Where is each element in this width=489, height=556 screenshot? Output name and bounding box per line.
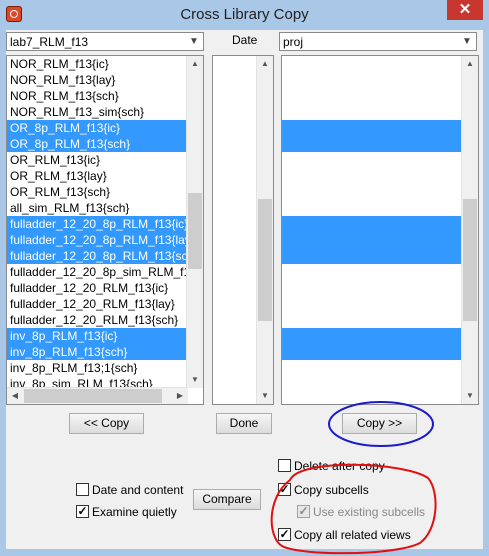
dest-library-dropdown[interactable]: proj ▼ <box>279 32 477 51</box>
dest-library-value: proj <box>283 35 304 49</box>
date-and-content-label: Date and content <box>92 483 184 497</box>
dest-list-item[interactable] <box>282 136 478 152</box>
source-list-items: NOR_RLM_f13{ic} NOR_RLM_f13{lay} NOR_RLM_f… <box>7 56 203 392</box>
source-list-item[interactable]: inv_8p_RLM_f13{ic} <box>7 328 203 344</box>
copy-all-related-views-label: Copy all related views <box>294 528 411 542</box>
source-list-item[interactable]: fulladder_12_20_8p_RLM_f13{lay} <box>7 232 203 248</box>
source-list-item[interactable]: OR_RLM_f13{lay} <box>7 168 203 184</box>
source-list-item[interactable]: fulladder_12_20_8p_RLM_f13{sch} <box>7 248 203 264</box>
dest-vertical-scrollbar[interactable]: ▲ ▼ <box>461 56 478 404</box>
source-list-item[interactable]: NOR_RLM_f13{lay} <box>7 72 203 88</box>
source-list-item[interactable]: NOR_RLM_f13_sim{sch} <box>7 104 203 120</box>
examine-quietly-label: Examine quietly <box>92 505 177 519</box>
source-list-item[interactable]: OR_8p_RLM_f13{sch} <box>7 136 203 152</box>
done-button[interactable]: Done <box>216 413 272 434</box>
dest-list-item[interactable] <box>282 328 478 344</box>
dest-list-item[interactable] <box>282 360 478 376</box>
source-vertical-scrollbar[interactable]: ▲ ▼ <box>186 56 203 388</box>
scroll-down-icon[interactable]: ▼ <box>462 388 478 404</box>
scroll-right-icon[interactable]: ▶ <box>172 388 188 404</box>
source-list-item[interactable]: OR_RLM_f13{sch} <box>7 184 203 200</box>
checkbox-box[interactable]: ✓ <box>278 528 291 541</box>
delete-after-copy-label: Delete after copy <box>294 459 385 473</box>
source-list-item[interactable]: fulladder_12_20_8p_sim_RLM_f13{sch} <box>7 264 203 280</box>
source-horizontal-scrollbar[interactable]: ◀ ▶ <box>7 387 188 404</box>
source-list-item[interactable]: fulladder_12_20_RLM_f13{sch} <box>7 312 203 328</box>
copy-subcells-label: Copy subcells <box>294 483 369 497</box>
chevron-down-icon[interactable]: ▼ <box>460 34 474 49</box>
dialog-body: lab7_RLM_f13 ▼ Date proj ▼ NOR_RLM_f13{i… <box>6 30 483 549</box>
title-bar[interactable]: Cross Library Copy ✕ <box>0 0 489 30</box>
source-list-item[interactable]: fulladder_12_20_RLM_f13{ic} <box>7 280 203 296</box>
dest-list-item[interactable] <box>282 72 478 88</box>
source-list-item[interactable]: inv_8p_RLM_f13;1{sch} <box>7 360 203 376</box>
scroll-down-icon[interactable]: ▼ <box>257 388 273 404</box>
dest-list-item[interactable] <box>282 184 478 200</box>
scroll-thumb[interactable] <box>24 389 162 403</box>
scroll-up-icon[interactable]: ▲ <box>187 56 203 72</box>
dest-list-item[interactable] <box>282 200 478 216</box>
dest-list-item[interactable] <box>282 168 478 184</box>
dest-list-item[interactable] <box>282 344 478 360</box>
source-list-item[interactable]: inv_8p_RLM_f13{sch} <box>7 344 203 360</box>
scroll-thumb[interactable] <box>188 193 202 269</box>
source-list-item[interactable]: NOR_RLM_f13{sch} <box>7 88 203 104</box>
dest-list-item[interactable] <box>282 312 478 328</box>
date-list[interactable]: ▲ ▼ <box>212 55 274 405</box>
copy-right-button[interactable]: Copy >> <box>342 413 417 434</box>
checkbox-box[interactable] <box>76 483 89 496</box>
window-title: Cross Library Copy <box>180 6 309 23</box>
checkbox-box: ✓ <box>297 504 310 518</box>
dest-list-item[interactable] <box>282 248 478 264</box>
dest-list-item[interactable] <box>282 264 478 280</box>
scroll-thumb[interactable] <box>463 199 477 321</box>
dest-list-item[interactable] <box>282 280 478 296</box>
dest-list-item[interactable] <box>282 376 478 392</box>
source-list-item[interactable]: all_sim_RLM_f13{sch} <box>7 200 203 216</box>
examine-quietly-checkbox[interactable]: ✓ Examine quietly <box>76 504 196 520</box>
checkbox-box[interactable]: ✓ <box>76 505 89 518</box>
dest-list-item[interactable] <box>282 296 478 312</box>
dest-list-item[interactable] <box>282 120 478 136</box>
source-list-item[interactable]: fulladder_12_20_8p_RLM_f13{ic} <box>7 216 203 232</box>
source-library-value: lab7_RLM_f13 <box>10 35 89 49</box>
dest-list-item[interactable] <box>282 88 478 104</box>
chevron-down-icon[interactable]: ▼ <box>187 34 201 49</box>
date-and-content-checkbox[interactable]: Date and content <box>76 482 196 498</box>
copy-left-button[interactable]: << Copy <box>69 413 144 434</box>
checkbox-box[interactable] <box>278 459 291 472</box>
source-list-item[interactable]: fulladder_12_20_RLM_f13{lay} <box>7 296 203 312</box>
source-list-item[interactable]: OR_8p_RLM_f13{ic} <box>7 120 203 136</box>
scroll-down-icon[interactable]: ▼ <box>187 372 203 388</box>
dest-list-item[interactable] <box>282 152 478 168</box>
compare-button[interactable]: Compare <box>193 489 261 510</box>
scroll-thumb[interactable] <box>258 199 272 321</box>
cross-library-copy-window: Cross Library Copy ✕ lab7_RLM_f13 ▼ Date… <box>0 0 489 556</box>
copy-all-related-views-checkbox[interactable]: ✓ Copy all related views <box>278 527 418 543</box>
use-existing-subcells-label: Use existing subcells <box>313 505 426 519</box>
source-cell-list[interactable]: NOR_RLM_f13{ic} NOR_RLM_f13{lay} NOR_RLM_f… <box>6 55 204 405</box>
scroll-up-icon[interactable]: ▲ <box>462 56 478 72</box>
dest-list-item[interactable] <box>282 104 478 120</box>
dest-list-item[interactable] <box>282 56 478 72</box>
date-vertical-scrollbar[interactable]: ▲ ▼ <box>256 56 273 404</box>
dest-list-items <box>282 56 478 392</box>
source-library-dropdown[interactable]: lab7_RLM_f13 ▼ <box>6 32 204 51</box>
scroll-left-icon[interactable]: ◀ <box>7 388 23 404</box>
source-list-item[interactable]: OR_RLM_f13{ic} <box>7 152 203 168</box>
dest-list-item[interactable] <box>282 232 478 248</box>
delete-after-copy-checkbox[interactable]: Delete after copy <box>278 458 398 474</box>
checkbox-box[interactable]: ✓ <box>278 483 291 496</box>
use-existing-subcells-checkbox: ✓ Use existing subcells <box>297 504 427 520</box>
dest-list-item[interactable] <box>282 216 478 232</box>
close-button[interactable]: ✕ <box>447 0 483 20</box>
dest-cell-list[interactable]: ▲ ▼ <box>281 55 479 405</box>
copy-subcells-checkbox[interactable]: ✓ Copy subcells <box>278 482 398 498</box>
date-header: Date <box>232 33 258 47</box>
scroll-up-icon[interactable]: ▲ <box>257 56 273 72</box>
source-list-item[interactable]: NOR_RLM_f13{ic} <box>7 56 203 72</box>
